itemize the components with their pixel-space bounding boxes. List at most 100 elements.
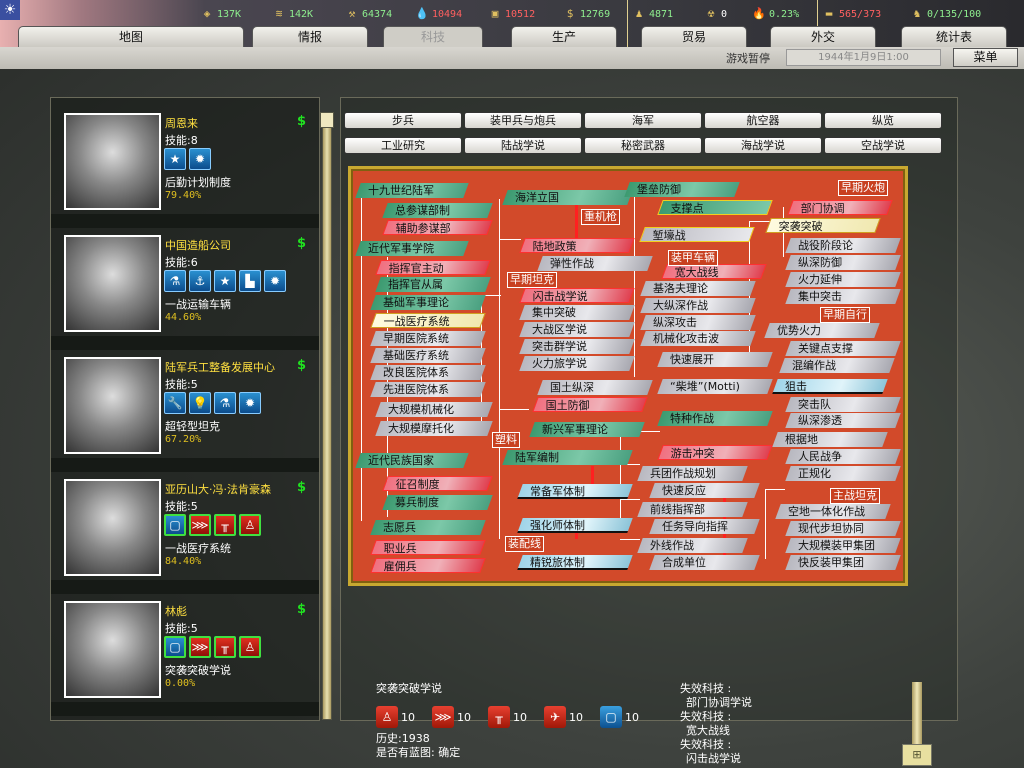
tech-node[interactable]: 空地一体化作战 (775, 504, 891, 519)
tech-node[interactable]: 海洋立国 (502, 190, 633, 205)
tech-node[interactable]: 雇佣兵 (370, 558, 486, 573)
money-icon[interactable]: $ (297, 114, 306, 129)
tab-4[interactable]: 贸易 (641, 26, 747, 48)
tech-node[interactable]: 一战医疗系统 (370, 313, 486, 328)
tech-node[interactable]: 根据地 (772, 432, 888, 447)
tech-node[interactable]: 陆军编制 (502, 450, 633, 465)
tech-node[interactable]: 快反装甲集团 (785, 555, 901, 570)
tech-node[interactable]: 志愿兵 (370, 520, 486, 535)
tech-node[interactable]: 新兴军事理论 (529, 422, 645, 437)
tech-node[interactable]: 快速展开 (657, 352, 773, 367)
tech-node[interactable]: 指挥官主动 (375, 260, 491, 275)
tech-node[interactable]: 关键点支撑 (785, 341, 901, 356)
tech-node[interactable]: 集中突击 (785, 289, 901, 304)
category-tab[interactable]: 纵览 (824, 112, 942, 129)
tech-node[interactable]: 现代步坦协同 (785, 521, 901, 536)
tech-node[interactable]: 快速反应 (649, 483, 760, 498)
scrollbar-thumb[interactable] (320, 112, 334, 128)
tech-node[interactable]: 弹性作战 (537, 256, 653, 271)
tech-node[interactable]: 支撑点 (657, 200, 773, 215)
slider-handle[interactable]: ⊞ (902, 744, 932, 766)
tech-node[interactable]: 基础军事理论 (370, 295, 486, 310)
tech-node[interactable]: 任务导向指挥 (649, 519, 760, 534)
category-tab[interactable]: 海战学说 (704, 137, 822, 154)
national-flag-icon[interactable]: ☀ (0, 0, 20, 20)
tab-5[interactable]: 外交 (770, 26, 876, 48)
tab-1[interactable]: 情报 (252, 26, 368, 48)
category-tab[interactable]: 陆战学说 (464, 137, 582, 154)
tech-node[interactable]: “柴堆”(Motti) (657, 379, 773, 394)
category-tab[interactable]: 装甲兵与炮兵 (464, 112, 582, 129)
tech-node[interactable]: 正规化 (785, 466, 901, 481)
tech-node[interactable]: 辅助参谋部 (382, 220, 493, 235)
category-tab[interactable]: 航空器 (704, 112, 822, 129)
tech-node[interactable]: 强化师体制 (517, 518, 633, 533)
tech-node[interactable]: 前线指挥部 (637, 502, 748, 517)
tech-node[interactable]: 纵深防御 (785, 255, 901, 270)
tab-2[interactable]: 科技 (383, 26, 483, 48)
tech-node[interactable]: 火力延伸 (785, 272, 901, 287)
tech-node[interactable]: 突击队 (785, 397, 901, 412)
research-team-card[interactable]: 林彪 $ 技能:5 ▢ ⋙ ╥ ♙ 突袭突破学说 0.00% (51, 598, 319, 706)
research-team-card[interactable]: 周恩来 $ 技能:8 ★ ✹ 后勤计划制度 79.40% (51, 110, 319, 218)
tech-node[interactable]: 集中突破 (519, 305, 635, 320)
tech-node[interactable]: 突击群学说 (519, 339, 635, 354)
research-team-card[interactable]: 亚历山大·冯·法肯豪森 $ 技能:5 ▢ ⋙ ╥ ♙ 一战医疗系统 84.40% (51, 476, 319, 584)
tech-node[interactable]: 国土防御 (532, 397, 648, 412)
tech-node[interactable]: 大纵深作战 (640, 298, 756, 313)
tech-node[interactable]: 特种作战 (657, 411, 773, 426)
tech-node[interactable]: 兵团作战规划 (637, 466, 748, 481)
menu-button[interactable]: 菜单 (953, 48, 1018, 67)
tab-6[interactable]: 统计表 (901, 26, 1007, 48)
tech-node[interactable]: 基础医疗系统 (370, 348, 486, 363)
tech-node[interactable]: 改良医院体系 (370, 365, 486, 380)
tech-node[interactable]: 突袭突破 (765, 218, 881, 233)
money-icon[interactable]: $ (297, 236, 306, 251)
tech-node[interactable]: 早期医院系统 (370, 331, 486, 346)
tech-node[interactable]: 近代军事学院 (355, 241, 469, 256)
category-tab[interactable]: 工业研究 (344, 137, 462, 154)
tech-node[interactable]: 纵深渗透 (785, 413, 901, 428)
tech-node[interactable]: 闪击战学说 (519, 288, 635, 303)
category-tab[interactable]: 秘密武器 (584, 137, 702, 154)
money-icon[interactable]: $ (297, 602, 306, 617)
tech-node[interactable]: 优势火力 (764, 323, 880, 338)
tech-node[interactable]: 人民战争 (785, 449, 901, 464)
tech-node[interactable]: 游击冲突 (657, 445, 773, 460)
tech-node[interactable]: 大战区学说 (519, 322, 635, 337)
tech-node[interactable]: 狙击 (772, 379, 888, 394)
research-team-card[interactable]: 陆军兵工整备发展中心 $ 技能:5 🔧 💡 ⚗ ✹ 超轻型坦克 67.20% (51, 354, 319, 462)
tech-node[interactable]: 大规模摩托化 (375, 421, 493, 436)
tab-3[interactable]: 生产 (511, 26, 617, 48)
money-icon[interactable]: $ (297, 358, 306, 373)
tech-node[interactable]: 基洛夫理论 (640, 281, 756, 296)
tech-node[interactable]: 部门协调 (787, 200, 893, 215)
tech-node[interactable]: 近代民族国家 (355, 453, 469, 468)
tech-node[interactable]: 征召制度 (382, 476, 493, 491)
tech-node[interactable]: 合成单位 (649, 555, 760, 570)
teams-scrollbar[interactable] (322, 112, 332, 720)
category-tab[interactable]: 空战学说 (824, 137, 942, 154)
tab-0[interactable]: 地图 (18, 26, 244, 48)
tech-node[interactable]: 常备军体制 (517, 484, 633, 499)
tech-node[interactable]: 混编作战 (779, 358, 895, 373)
tech-node[interactable]: 国土纵深 (537, 380, 653, 395)
tech-node[interactable]: 机械化攻击波 (640, 331, 756, 346)
tech-node[interactable]: 总参谋部制 (382, 203, 493, 218)
tech-node[interactable]: 大规模装甲集团 (785, 538, 901, 553)
tech-node[interactable]: 火力旅学说 (519, 356, 635, 371)
tech-node[interactable]: 精锐旅体制 (517, 555, 633, 570)
zoom-slider[interactable] (912, 682, 922, 746)
tech-node[interactable]: 纵深攻击 (640, 315, 756, 330)
tech-node[interactable]: 陆地政策 (519, 238, 635, 253)
research-team-card[interactable]: 中国造船公司 $ 技能:6 ⚗ ⚓ ★ ▙ ✹ 一战运输车辆 44.60% (51, 232, 319, 340)
money-icon[interactable]: $ (297, 480, 306, 495)
tech-node[interactable]: 募兵制度 (382, 495, 493, 510)
tech-node[interactable]: 职业兵 (370, 540, 486, 555)
tech-node[interactable]: 指挥官从属 (375, 277, 491, 292)
category-tab[interactable]: 步兵 (344, 112, 462, 129)
tech-node[interactable]: 宽大战线 (661, 264, 767, 279)
tech-node[interactable]: 先进医院体系 (370, 382, 486, 397)
category-tab[interactable]: 海军 (584, 112, 702, 129)
tech-node[interactable]: 战役阶段论 (785, 238, 901, 253)
